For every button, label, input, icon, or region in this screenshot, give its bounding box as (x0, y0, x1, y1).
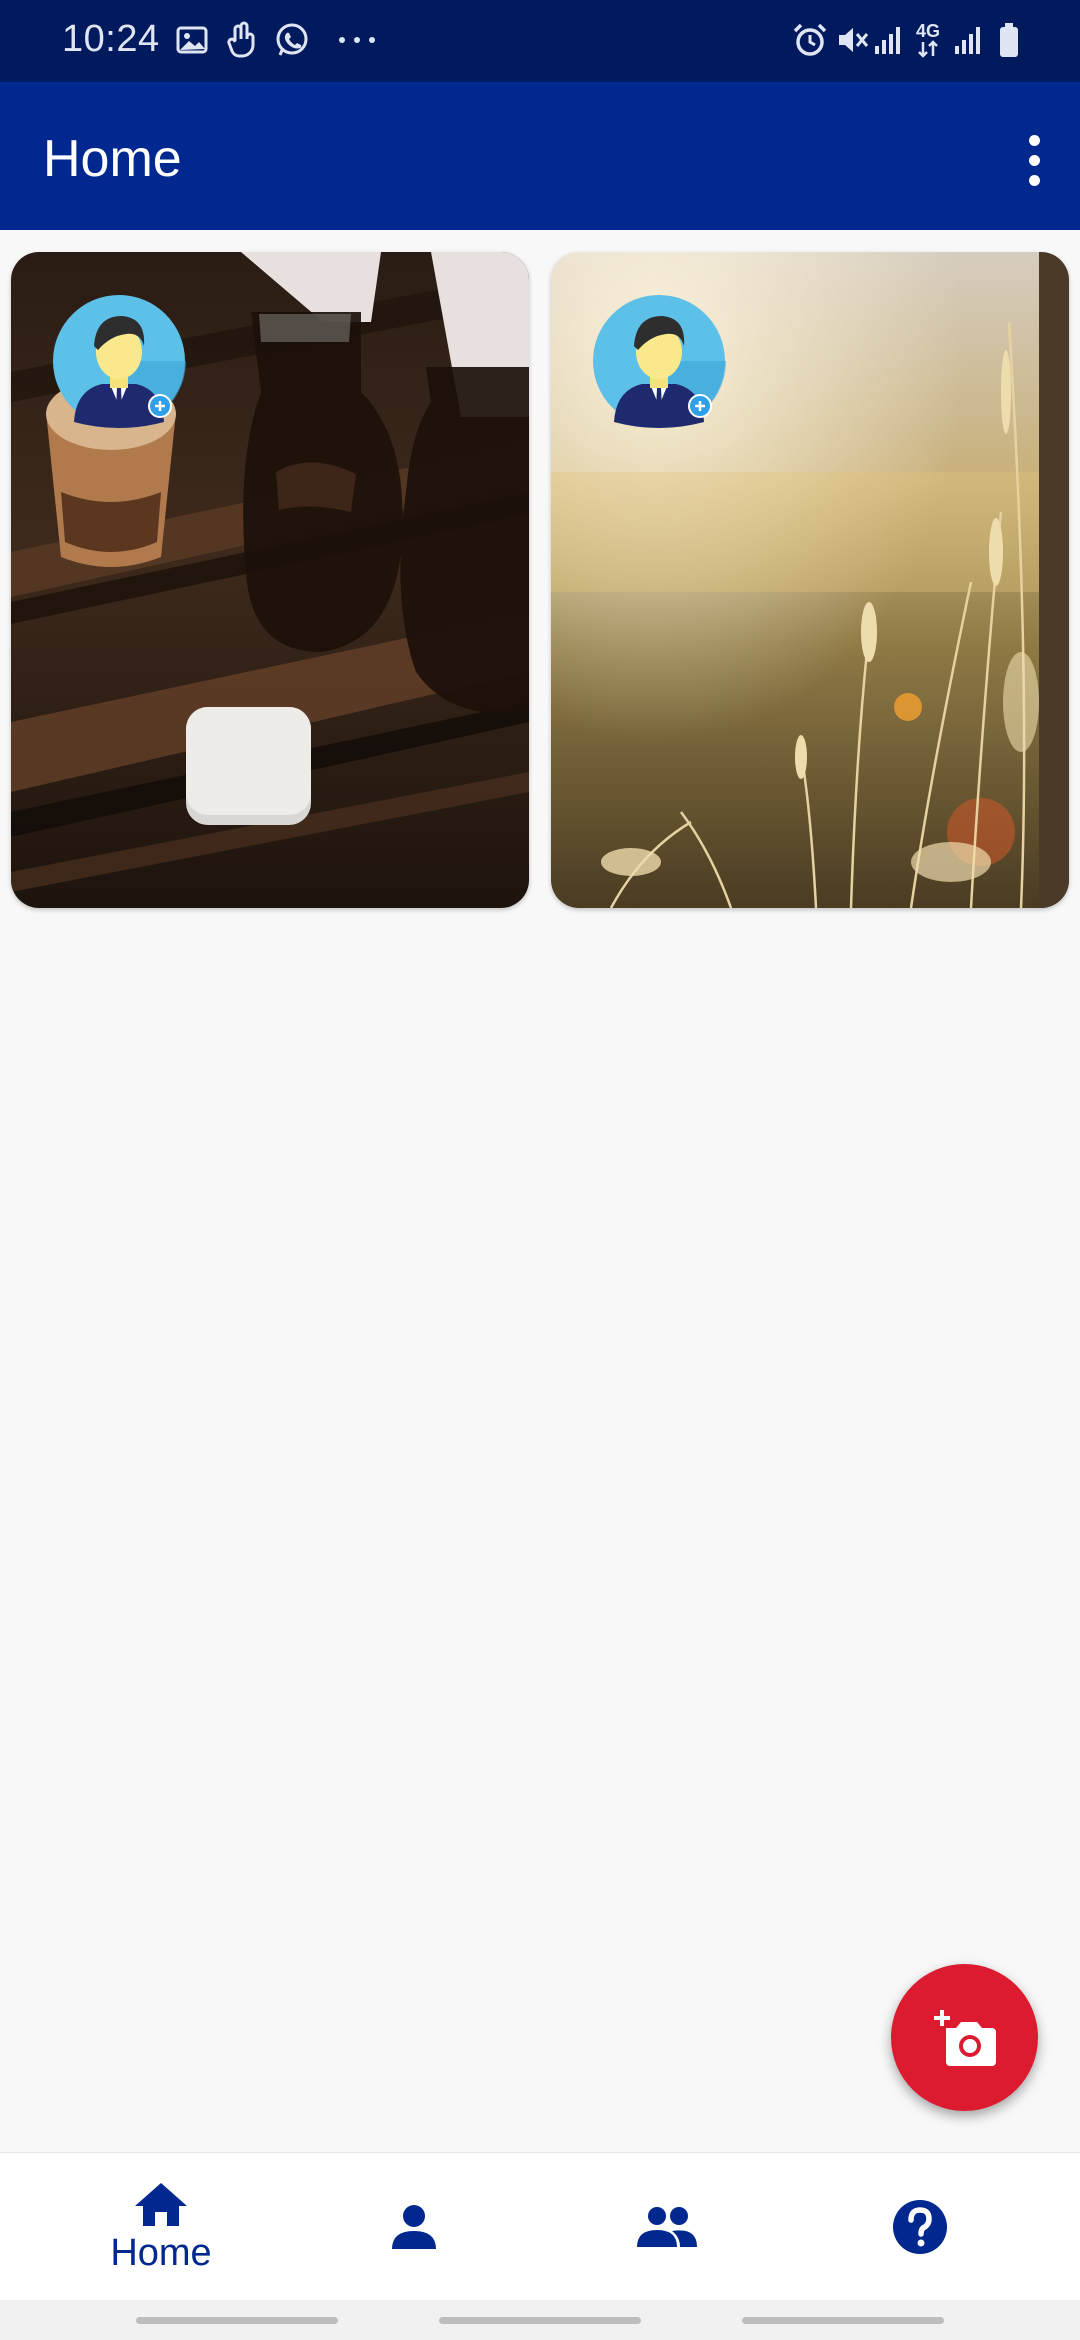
network-type-label: 4G (915, 21, 940, 41)
home-icon (135, 2182, 187, 2226)
gesture-navigation-bar (0, 2300, 1080, 2340)
signal-icon (952, 20, 984, 60)
gesture-pill[interactable] (742, 2317, 944, 2324)
more-dots-icon (336, 20, 378, 60)
gallery-icon (174, 20, 210, 60)
nav-item-home[interactable]: Home (76, 2153, 246, 2301)
whatsapp-icon (272, 20, 312, 60)
add-photo-button[interactable] (891, 1964, 1038, 2111)
nav-item-groups[interactable] (582, 2153, 752, 2301)
status-bar: 10:24 4G (0, 0, 1080, 82)
gesture-pill[interactable] (439, 2317, 641, 2324)
nav-label-home: Home (110, 2231, 212, 2274)
person-icon (392, 2205, 436, 2249)
gesture-pill[interactable] (136, 2317, 338, 2324)
hand-touch-icon (222, 20, 262, 60)
nav-item-profile[interactable] (329, 2153, 499, 2301)
help-icon (893, 2200, 947, 2254)
battery-icon (994, 20, 1024, 60)
mute-icon (834, 20, 870, 60)
add-user-avatar-icon[interactable] (52, 294, 186, 428)
app-bar: Home (0, 82, 1080, 230)
status-time: 10:24 (62, 18, 160, 60)
4g-data-icon: 4G (912, 20, 944, 60)
add-photo-camera-icon (933, 2009, 996, 2066)
page-title: Home (43, 130, 182, 188)
alarm-icon (790, 20, 830, 60)
more-vert-icon[interactable] (1006, 120, 1062, 200)
signal-icon (872, 20, 904, 60)
post-card[interactable] (11, 252, 529, 908)
add-user-avatar-icon[interactable] (592, 294, 726, 428)
nav-item-help[interactable] (835, 2153, 1005, 2301)
bottom-navigation: Home (0, 2152, 1080, 2300)
post-card[interactable] (551, 252, 1069, 908)
group-icon (637, 2207, 697, 2247)
